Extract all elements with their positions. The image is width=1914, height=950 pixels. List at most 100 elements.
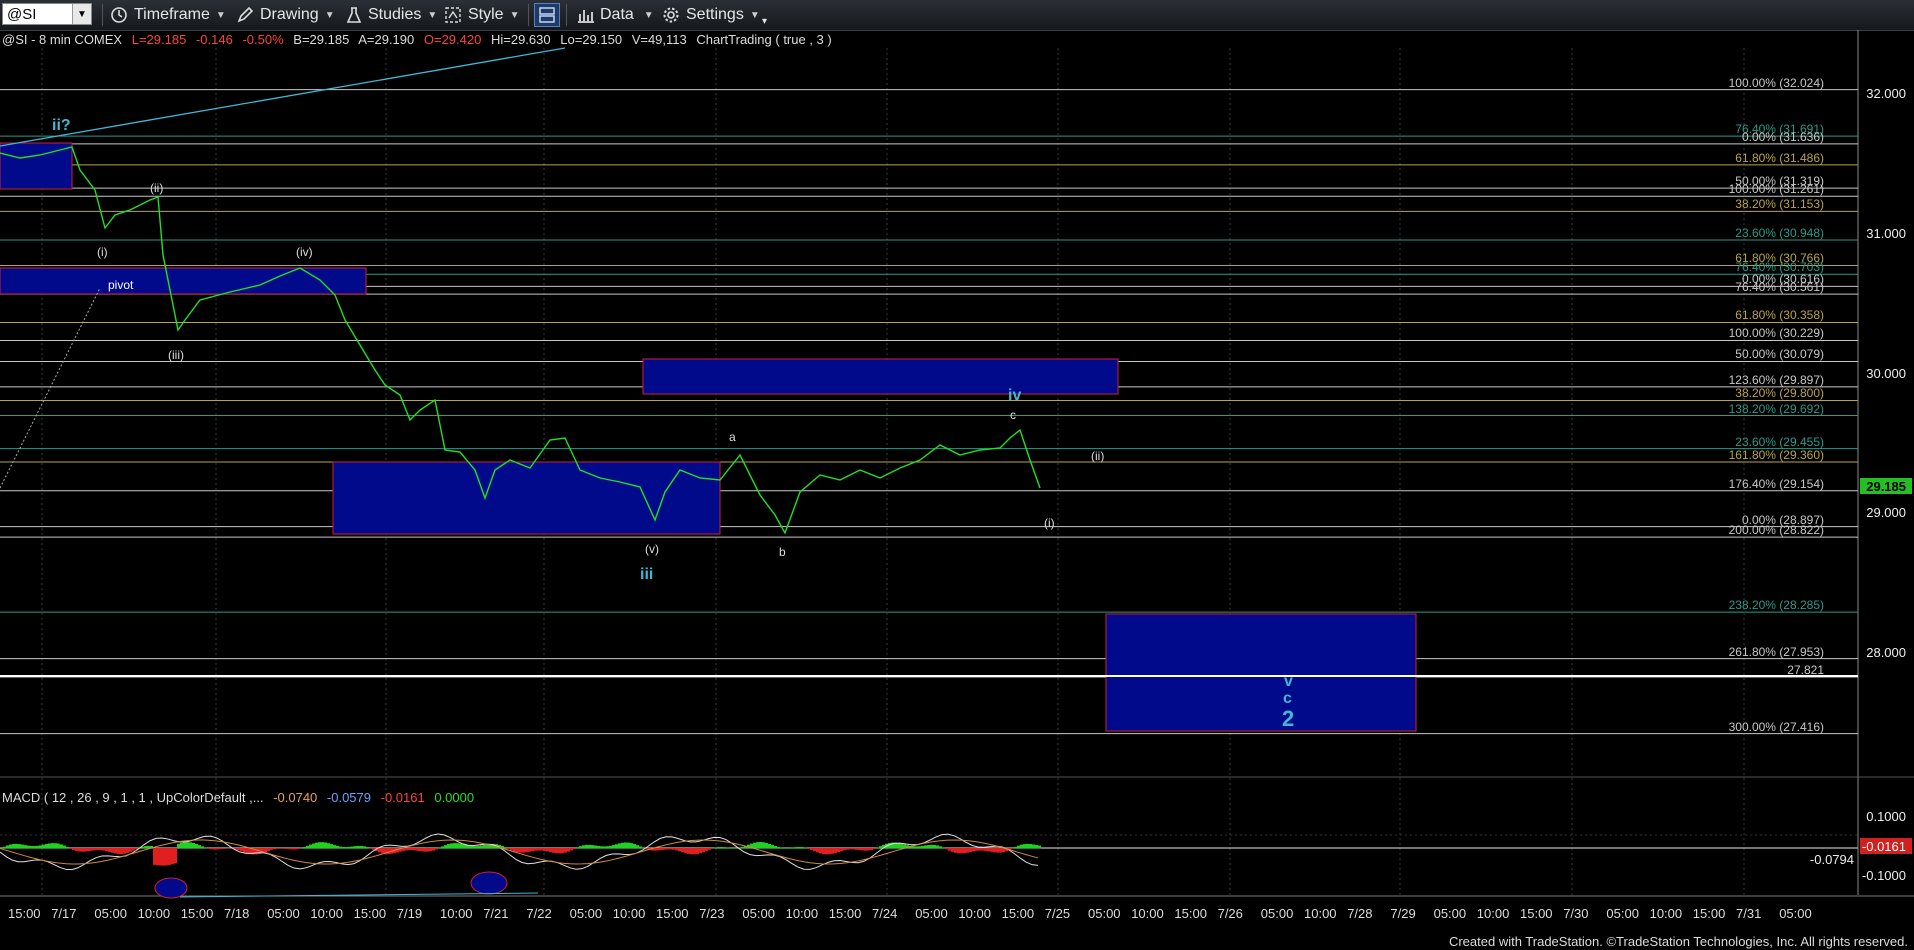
time-axis-label: 7/17 <box>51 906 77 921</box>
symbol-value: @SI <box>7 5 37 23</box>
style-button[interactable]: Style ▼ <box>444 4 519 26</box>
macd-histogram-bar <box>15 843 18 849</box>
macd-histogram-bar <box>825 848 828 855</box>
macd-histogram-bar <box>351 846 354 849</box>
macd-histogram-bar <box>918 846 921 849</box>
macd-histogram-bar <box>45 844 48 849</box>
macd-histogram-bar <box>477 845 480 849</box>
time-axis-label: 7/19 <box>396 906 423 921</box>
macd-histogram-bar <box>807 848 810 849</box>
time-axis-label: 10:00 <box>1476 906 1510 921</box>
macd-histogram-bar <box>84 848 87 852</box>
macd-histogram-bar <box>876 847 879 849</box>
toolbar-separator <box>528 4 529 26</box>
macd-histogram-bar <box>453 843 456 849</box>
macd-value: -0.0740 <box>273 790 318 805</box>
macd-histogram-bar <box>303 846 306 849</box>
macd-histogram-bar <box>639 846 642 849</box>
macd-histogram-bar <box>420 848 423 852</box>
macd-histogram-bar <box>135 848 138 850</box>
settings-button[interactable]: Settings ▼ <box>662 4 760 26</box>
time-axis-label: 10:00 <box>612 906 646 921</box>
macd-histogram-bar <box>21 844 24 849</box>
macd-histogram-bar <box>450 843 453 849</box>
macd-histogram-bar <box>627 842 630 849</box>
drawing-button[interactable]: Drawing ▼ <box>236 4 335 26</box>
macd-histogram-bar <box>126 848 129 853</box>
fib-level-label: 100.00% (30.229) <box>1728 326 1824 341</box>
macd-histogram-bar <box>468 845 471 849</box>
macd-histogram-bar <box>789 847 792 849</box>
symbol-input[interactable]: @SI ▼ <box>2 3 92 25</box>
macd-histogram-bar <box>963 848 966 854</box>
time-axis-label: 05:00 <box>1433 906 1467 921</box>
studies-button[interactable]: Studies ▼ <box>344 4 437 26</box>
macd-histogram-bar <box>498 844 501 849</box>
macd-histogram-bar <box>252 848 255 855</box>
timeframe-button[interactable]: Timeframe ▼ <box>110 4 226 26</box>
macd-histogram-bar <box>579 846 582 849</box>
macd-histogram-bar <box>1038 845 1041 849</box>
layout-toggle-button[interactable] <box>534 3 560 27</box>
macd-histogram-bar <box>246 848 249 854</box>
time-axis-label: 15:00 <box>353 906 387 921</box>
macd-histogram-bar <box>585 844 588 849</box>
time-axis-label: 15:00 <box>1001 906 1035 921</box>
macd-histogram-bar <box>228 848 231 849</box>
clock-icon <box>111 7 127 23</box>
macd-histogram-bar <box>1029 844 1032 849</box>
macd-histogram-bar <box>30 845 33 849</box>
macd-histogram-bar <box>927 845 930 849</box>
macd-histogram-bar <box>990 848 993 852</box>
macd-status-line: MACD ( 12 , 26 , 9 , 1 , 1 , UpColorDefa… <box>2 790 480 805</box>
macd-histogram-bar <box>423 848 426 852</box>
macd-histogram-bar <box>870 848 873 850</box>
macd-level-label: -0.0794 <box>1809 852 1854 867</box>
macd-histogram-bar <box>333 845 336 849</box>
high-price: Hi=29.630 <box>490 32 551 47</box>
macd-histogram-bar <box>612 845 615 849</box>
macd-histogram-bar <box>867 848 870 851</box>
macd-histogram-bar <box>729 847 732 849</box>
drawing-label: Drawing <box>260 6 319 23</box>
macd-histogram-bar <box>339 846 342 849</box>
open-price: O=29.420 <box>423 32 482 47</box>
fib-level-label: 0.00% (31.636) <box>1741 129 1824 144</box>
macd-histogram-bar <box>504 847 507 849</box>
macd-histogram-bar <box>219 848 222 850</box>
macd-histogram-bar <box>459 843 462 849</box>
last-price: L=29.185 <box>131 32 187 47</box>
fib-level-label: 27.821 <box>1787 663 1824 677</box>
fib-level-label: 161.80% (29.360) <box>1728 447 1824 462</box>
macd-histogram-bar <box>33 846 36 849</box>
data-button[interactable]: Data ▼ <box>576 4 654 26</box>
macd-histogram-bar <box>891 842 894 849</box>
time-axis-label: 05:00 <box>569 906 603 921</box>
macd-histogram-bar <box>213 848 216 850</box>
more-menu-icon[interactable]: ▾ <box>762 10 767 32</box>
macd-histogram-bar <box>27 845 30 849</box>
macd-histogram-bar <box>987 848 990 852</box>
macd-histogram-bar <box>921 845 924 849</box>
macd-histogram-bar <box>312 843 315 849</box>
macd-histogram-bar <box>750 843 753 849</box>
macd-histogram-bar <box>774 846 777 849</box>
time-axis-label: 7/26 <box>1217 906 1243 921</box>
macd-histogram-bar <box>183 842 186 849</box>
macd-histogram-bar <box>1005 848 1008 852</box>
macd-histogram-bar <box>837 848 840 852</box>
footer-copyright: Created with TradeStation. ©TradeStation… <box>1448 934 1908 949</box>
macd-histogram-bar <box>285 848 288 849</box>
macd-histogram-bar <box>960 848 963 854</box>
macd-histogram-bar <box>261 848 264 854</box>
fib-level-label: 123.60% (29.897) <box>1728 372 1824 387</box>
macd-histogram-bar <box>669 848 672 850</box>
macd-last-tag: -0.0161 <box>1861 839 1906 854</box>
wave-label: (ii) <box>1091 449 1105 463</box>
macd-histogram-bar <box>372 848 375 850</box>
macd-histogram-bar <box>96 848 99 851</box>
macd-histogram-bar <box>642 847 645 849</box>
chevron-down-icon[interactable]: ▼ <box>72 4 91 24</box>
macd-histogram-bar <box>189 842 192 849</box>
macd-histogram-bar <box>912 846 915 849</box>
